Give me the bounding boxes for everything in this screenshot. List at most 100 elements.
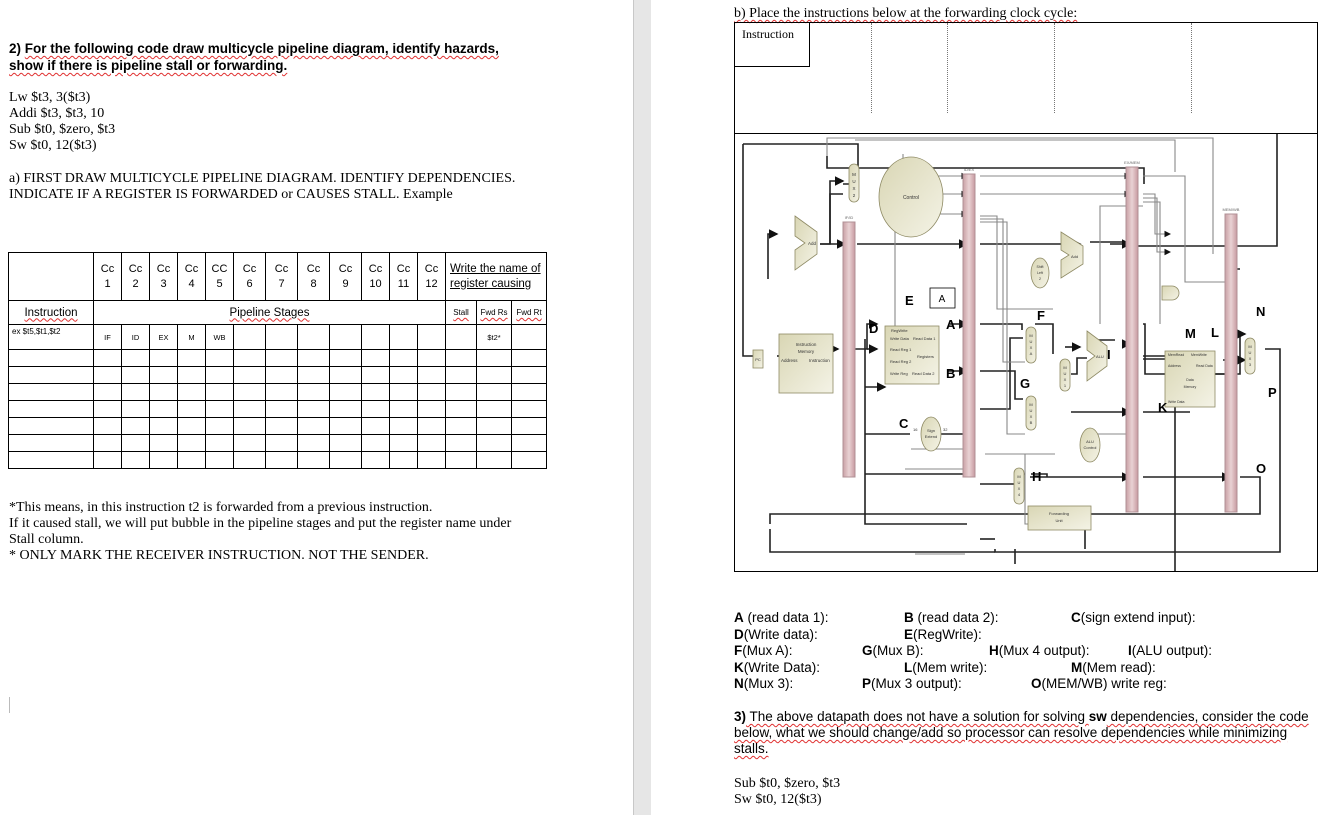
stage-cell[interactable] bbox=[205, 400, 234, 418]
stage-cell[interactable] bbox=[205, 349, 234, 367]
stage-cell[interactable] bbox=[297, 366, 330, 384]
stall-cell[interactable] bbox=[445, 417, 477, 435]
stage-cell[interactable] bbox=[177, 366, 206, 384]
stage-cell[interactable] bbox=[329, 400, 362, 418]
stage-cell[interactable] bbox=[177, 383, 206, 401]
stage-cell[interactable] bbox=[177, 434, 206, 452]
stage-cell[interactable] bbox=[121, 400, 150, 418]
stage-cell[interactable] bbox=[233, 434, 266, 452]
stage-cell[interactable] bbox=[149, 349, 178, 367]
stage-cell[interactable] bbox=[417, 451, 446, 469]
stage-cell[interactable] bbox=[149, 366, 178, 384]
stage-cell[interactable] bbox=[417, 417, 446, 435]
stage-cell[interactable] bbox=[389, 417, 418, 435]
stage-cell[interactable] bbox=[93, 434, 122, 452]
stall-cell[interactable] bbox=[445, 349, 477, 367]
stage-cell[interactable] bbox=[265, 400, 298, 418]
stage-cell[interactable] bbox=[297, 349, 330, 367]
instruction-cell[interactable] bbox=[8, 349, 94, 367]
stage-cell[interactable] bbox=[149, 383, 178, 401]
stage-cell[interactable] bbox=[93, 383, 122, 401]
stage-cell[interactable] bbox=[205, 417, 234, 435]
stage-cell[interactable] bbox=[265, 417, 298, 435]
stage-cell[interactable] bbox=[149, 451, 178, 469]
instruction-cell[interactable] bbox=[8, 366, 94, 384]
stage-cell[interactable] bbox=[205, 366, 234, 384]
stage-cell[interactable]: M bbox=[177, 324, 206, 350]
instruction-cell[interactable]: ex $t5,$t1,$t2 bbox=[8, 324, 94, 350]
stage-cell[interactable] bbox=[297, 417, 330, 435]
stage-cell[interactable]: WB bbox=[205, 324, 234, 350]
stall-cell[interactable] bbox=[445, 324, 477, 350]
stage-cell[interactable] bbox=[329, 366, 362, 384]
stage-cell[interactable] bbox=[417, 400, 446, 418]
stage-cell[interactable] bbox=[177, 400, 206, 418]
stage-cell[interactable] bbox=[121, 417, 150, 435]
stage-cell[interactable] bbox=[177, 417, 206, 435]
stage-cell[interactable] bbox=[121, 383, 150, 401]
stage-cell[interactable] bbox=[361, 434, 390, 452]
stage-cell[interactable] bbox=[149, 417, 178, 435]
fwd-rs-cell[interactable] bbox=[476, 451, 512, 469]
stage-cell[interactable] bbox=[389, 383, 418, 401]
fwd-rs-cell[interactable] bbox=[476, 400, 512, 418]
stage-cell[interactable] bbox=[205, 451, 234, 469]
stage-cell[interactable] bbox=[361, 383, 390, 401]
stall-cell[interactable] bbox=[445, 383, 477, 401]
stall-cell[interactable] bbox=[445, 434, 477, 452]
stage-cell[interactable] bbox=[265, 324, 298, 350]
stage-cell[interactable] bbox=[93, 400, 122, 418]
stage-cell[interactable] bbox=[265, 434, 298, 452]
fwd-rt-cell[interactable] bbox=[511, 434, 547, 452]
stage-cell[interactable] bbox=[233, 383, 266, 401]
fwd-rt-cell[interactable] bbox=[511, 417, 547, 435]
stage-cell[interactable] bbox=[417, 349, 446, 367]
stage-cell[interactable] bbox=[361, 366, 390, 384]
stage-cell[interactable] bbox=[233, 324, 266, 350]
stage-cell[interactable] bbox=[389, 434, 418, 452]
stage-cell[interactable] bbox=[361, 417, 390, 435]
stage-cell[interactable] bbox=[121, 434, 150, 452]
stage-cell[interactable] bbox=[361, 451, 390, 469]
stage-cell[interactable] bbox=[121, 349, 150, 367]
stage-cell[interactable] bbox=[329, 349, 362, 367]
fwd-rs-cell[interactable] bbox=[476, 349, 512, 367]
stage-cell[interactable] bbox=[361, 400, 390, 418]
stage-cell[interactable] bbox=[93, 417, 122, 435]
stage-cell[interactable] bbox=[297, 383, 330, 401]
fwd-rt-cell[interactable] bbox=[511, 400, 547, 418]
fwd-rt-cell[interactable] bbox=[511, 383, 547, 401]
forwarding-cycle-box[interactable] bbox=[734, 22, 1318, 134]
stage-cell[interactable] bbox=[361, 324, 390, 350]
stage-cell[interactable] bbox=[149, 400, 178, 418]
stage-cell[interactable] bbox=[329, 417, 362, 435]
stage-cell[interactable] bbox=[265, 349, 298, 367]
stage-cell[interactable] bbox=[297, 400, 330, 418]
stage-cell[interactable] bbox=[233, 366, 266, 384]
stage-cell[interactable] bbox=[389, 400, 418, 418]
stage-cell[interactable] bbox=[149, 434, 178, 452]
fwd-rs-cell[interactable] bbox=[476, 366, 512, 384]
stage-cell[interactable] bbox=[233, 349, 266, 367]
stage-cell[interactable] bbox=[93, 451, 122, 469]
fwd-rt-cell[interactable] bbox=[511, 349, 547, 367]
stage-cell[interactable] bbox=[121, 451, 150, 469]
stage-cell[interactable] bbox=[389, 324, 418, 350]
instruction-cell[interactable] bbox=[8, 383, 94, 401]
instruction-cell[interactable] bbox=[8, 400, 94, 418]
stage-cell[interactable]: EX bbox=[149, 324, 178, 350]
stage-cell[interactable] bbox=[93, 349, 122, 367]
fwd-rs-cell[interactable] bbox=[476, 417, 512, 435]
fwd-rt-cell[interactable] bbox=[511, 451, 547, 469]
stage-cell[interactable]: ID bbox=[121, 324, 150, 350]
fwd-rs-cell[interactable] bbox=[476, 383, 512, 401]
fwd-rs-cell[interactable]: $t2* bbox=[476, 324, 512, 350]
stage-cell[interactable] bbox=[361, 349, 390, 367]
stall-cell[interactable] bbox=[445, 400, 477, 418]
stage-cell[interactable] bbox=[417, 434, 446, 452]
stall-cell[interactable] bbox=[445, 366, 477, 384]
fwd-rt-cell[interactable] bbox=[511, 324, 547, 350]
stage-cell[interactable] bbox=[389, 366, 418, 384]
stage-cell[interactable] bbox=[265, 451, 298, 469]
stage-cell[interactable] bbox=[297, 434, 330, 452]
